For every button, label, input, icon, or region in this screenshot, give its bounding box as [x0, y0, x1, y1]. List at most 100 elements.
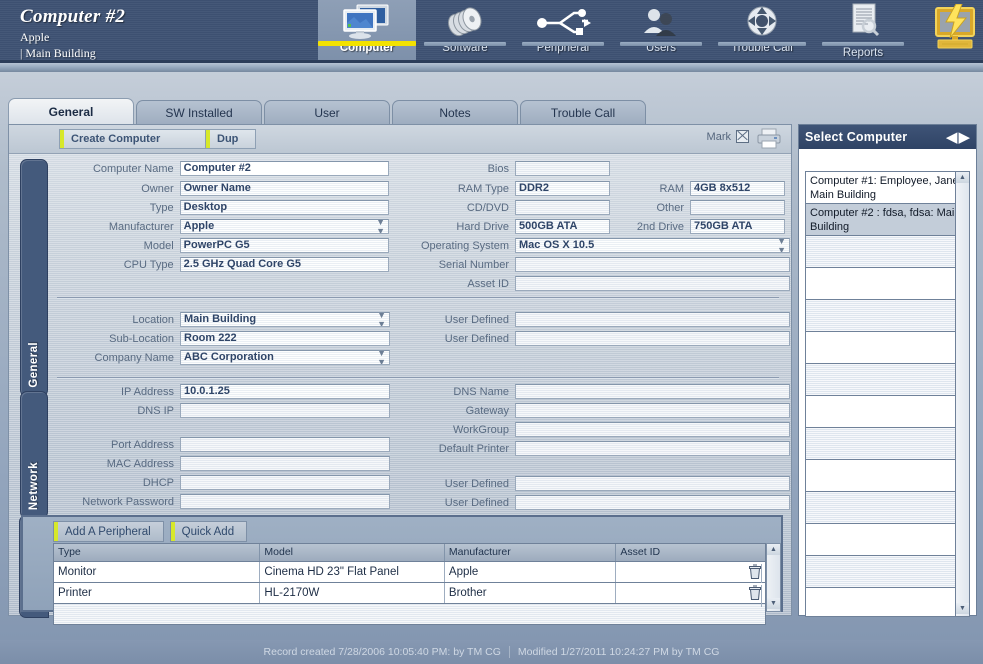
field-2nd-drive-input[interactable]: 750GB ATA [690, 219, 785, 234]
field-computer-name[interactable]: Computer Name Computer #2 [59, 161, 389, 176]
field-model-input[interactable]: PowerPC G5 [180, 238, 389, 253]
field-mac-address-input[interactable] [180, 456, 390, 471]
field-port-address-input[interactable] [180, 437, 390, 452]
field-workgroup[interactable]: WorkGroup [409, 422, 790, 437]
field-owner-input[interactable]: Owner Name [180, 181, 389, 196]
computer-list[interactable]: Computer #1: Employee, Jane: Main Buildi… [805, 171, 970, 617]
sidebar-item-network[interactable]: Network [20, 391, 48, 519]
field-sub-location-input[interactable]: Room 222 [180, 331, 390, 346]
field-location[interactable]: Location Main Building ▼▼ [59, 312, 390, 327]
dup-button[interactable]: Dup [205, 129, 256, 149]
column-header-model[interactable]: Model [260, 544, 444, 561]
chevron-down-icon[interactable]: ▼▼ [376, 219, 385, 234]
nav-item-peripheral[interactable]: Peripheral [514, 0, 612, 62]
list-item-empty[interactable] [806, 300, 969, 332]
list-item-empty[interactable] [806, 556, 969, 588]
field-user-defined-3-input[interactable] [515, 476, 790, 491]
list-item[interactable]: Computer #2 : fdsa, fdsa: Main Building [806, 204, 969, 236]
column-header-type[interactable]: Type [54, 544, 260, 561]
field-bios[interactable]: Bios [409, 161, 610, 176]
nav-item-quick-action[interactable] [912, 0, 983, 62]
chevron-down-icon[interactable]: ▼▼ [377, 312, 386, 327]
field-ram-type[interactable]: RAM Type DDR2 [409, 181, 610, 196]
field-2nd-drive[interactable]: 2nd Drive 750GB ATA [604, 219, 785, 234]
field-default-printer-input[interactable] [515, 441, 790, 456]
field-hard-drive-input[interactable]: 500GB ATA [515, 219, 610, 234]
field-network-password-input[interactable] [180, 494, 390, 509]
column-header-manufacturer[interactable]: Manufacturer [445, 544, 617, 561]
scrollbar-track[interactable] [767, 555, 780, 598]
mark-checkbox-icon[interactable] [736, 130, 749, 143]
table-row[interactable]: Monitor Cinema HD 23" Flat Panel Apple [53, 562, 766, 583]
field-cd-dvd[interactable]: CD/DVD [409, 200, 610, 215]
sidebar-item-general[interactable]: General [20, 159, 48, 397]
field-computer-name-input[interactable]: Computer #2 [180, 161, 389, 176]
table-row[interactable]: Printer HL-2170W Brother [53, 583, 766, 604]
field-operating-system[interactable]: Operating System Mac OS X 10.5 ▼▼ [409, 238, 790, 253]
nav-item-reports[interactable]: Reports [814, 0, 912, 62]
chevron-down-icon[interactable]: ▼▼ [377, 350, 386, 365]
create-computer-button[interactable]: Create Computer [59, 129, 217, 149]
field-asset-id-input[interactable] [515, 276, 790, 291]
field-company-name[interactable]: Company Name ABC Corporation ▼▼ [59, 350, 390, 365]
field-user-defined-4[interactable]: User Defined [409, 495, 790, 510]
field-dns-name[interactable]: DNS Name [409, 384, 790, 399]
field-user-defined-1-input[interactable] [515, 312, 790, 327]
right-triangle-icon[interactable]: ▶ [958, 130, 970, 145]
list-item-empty[interactable] [806, 588, 969, 617]
field-other[interactable]: Other [604, 200, 785, 215]
field-cpu-type-input[interactable]: 2.5 GHz Quad Core G5 [180, 257, 389, 272]
field-gateway[interactable]: Gateway [409, 403, 790, 418]
field-sub-location[interactable]: Sub-Location Room 222 [59, 331, 390, 346]
field-other-input[interactable] [690, 200, 785, 215]
field-user-defined-2[interactable]: User Defined [409, 331, 790, 346]
tab-user[interactable]: User [264, 100, 390, 125]
field-bios-input[interactable] [515, 161, 610, 176]
field-cpu-type[interactable]: CPU Type 2.5 GHz Quad Core G5 [59, 257, 389, 272]
field-serial-number[interactable]: Serial Number [409, 257, 790, 272]
field-location-select[interactable]: Main Building ▼▼ [180, 312, 390, 327]
field-mac-address[interactable]: MAC Address [59, 456, 390, 471]
field-user-defined-1[interactable]: User Defined [409, 312, 790, 327]
field-ip-address-input[interactable]: 10.0.1.25 [180, 384, 390, 399]
field-user-defined-2-input[interactable] [515, 331, 790, 346]
field-asset-id[interactable]: Asset ID [409, 276, 790, 291]
list-item-empty[interactable] [806, 364, 969, 396]
field-ram-input[interactable]: 4GB 8x512 [690, 181, 785, 196]
field-model[interactable]: Model PowerPC G5 [59, 238, 389, 253]
scrollbar-track[interactable] [956, 183, 969, 603]
field-serial-number-input[interactable] [515, 257, 790, 272]
field-operating-system-select[interactable]: Mac OS X 10.5 ▼▼ [515, 238, 790, 253]
field-dns-ip[interactable]: DNS IP [59, 403, 390, 418]
nav-item-computer[interactable]: Computer [318, 0, 416, 62]
add-a-peripheral-button[interactable]: Add A Peripheral [53, 521, 164, 542]
scroll-up-icon[interactable]: ▲ [956, 172, 969, 183]
field-network-password[interactable]: Network Password [59, 494, 390, 509]
field-dns-ip-input[interactable] [180, 403, 390, 418]
column-header-asset-id[interactable]: Asset ID [616, 544, 765, 561]
field-ip-address[interactable]: IP Address 10.0.1.25 [59, 384, 390, 399]
field-gateway-input[interactable] [515, 403, 790, 418]
quick-add-button[interactable]: Quick Add [170, 521, 247, 542]
field-workgroup-input[interactable] [515, 422, 790, 437]
list-item-empty[interactable] [806, 236, 969, 268]
field-user-defined-3[interactable]: User Defined [409, 476, 790, 491]
field-dhcp[interactable]: DHCP [59, 475, 390, 490]
field-ram-type-input[interactable]: DDR2 [515, 181, 610, 196]
field-port-address[interactable]: Port Address [59, 437, 390, 452]
scroll-down-icon[interactable]: ▼ [767, 598, 780, 609]
field-type-input[interactable]: Desktop [180, 200, 389, 215]
list-item-empty[interactable] [806, 428, 969, 460]
left-triangle-icon[interactable]: ◀ [946, 130, 958, 145]
field-default-printer[interactable]: Default Printer [409, 441, 790, 456]
nav-item-software[interactable]: Software [416, 0, 514, 62]
field-ram[interactable]: RAM 4GB 8x512 [604, 181, 785, 196]
list-item-empty[interactable] [806, 460, 969, 492]
nav-item-trouble-call[interactable]: Trouble Call [710, 0, 814, 62]
list-item-empty[interactable] [806, 268, 969, 300]
field-company-name-select[interactable]: ABC Corporation ▼▼ [180, 350, 390, 365]
nav-item-users[interactable]: Users [612, 0, 710, 62]
peripherals-scrollbar[interactable]: ▲ ▼ [766, 543, 781, 612]
tab-sw-installed[interactable]: SW Installed [136, 100, 262, 125]
field-user-defined-4-input[interactable] [515, 495, 790, 510]
